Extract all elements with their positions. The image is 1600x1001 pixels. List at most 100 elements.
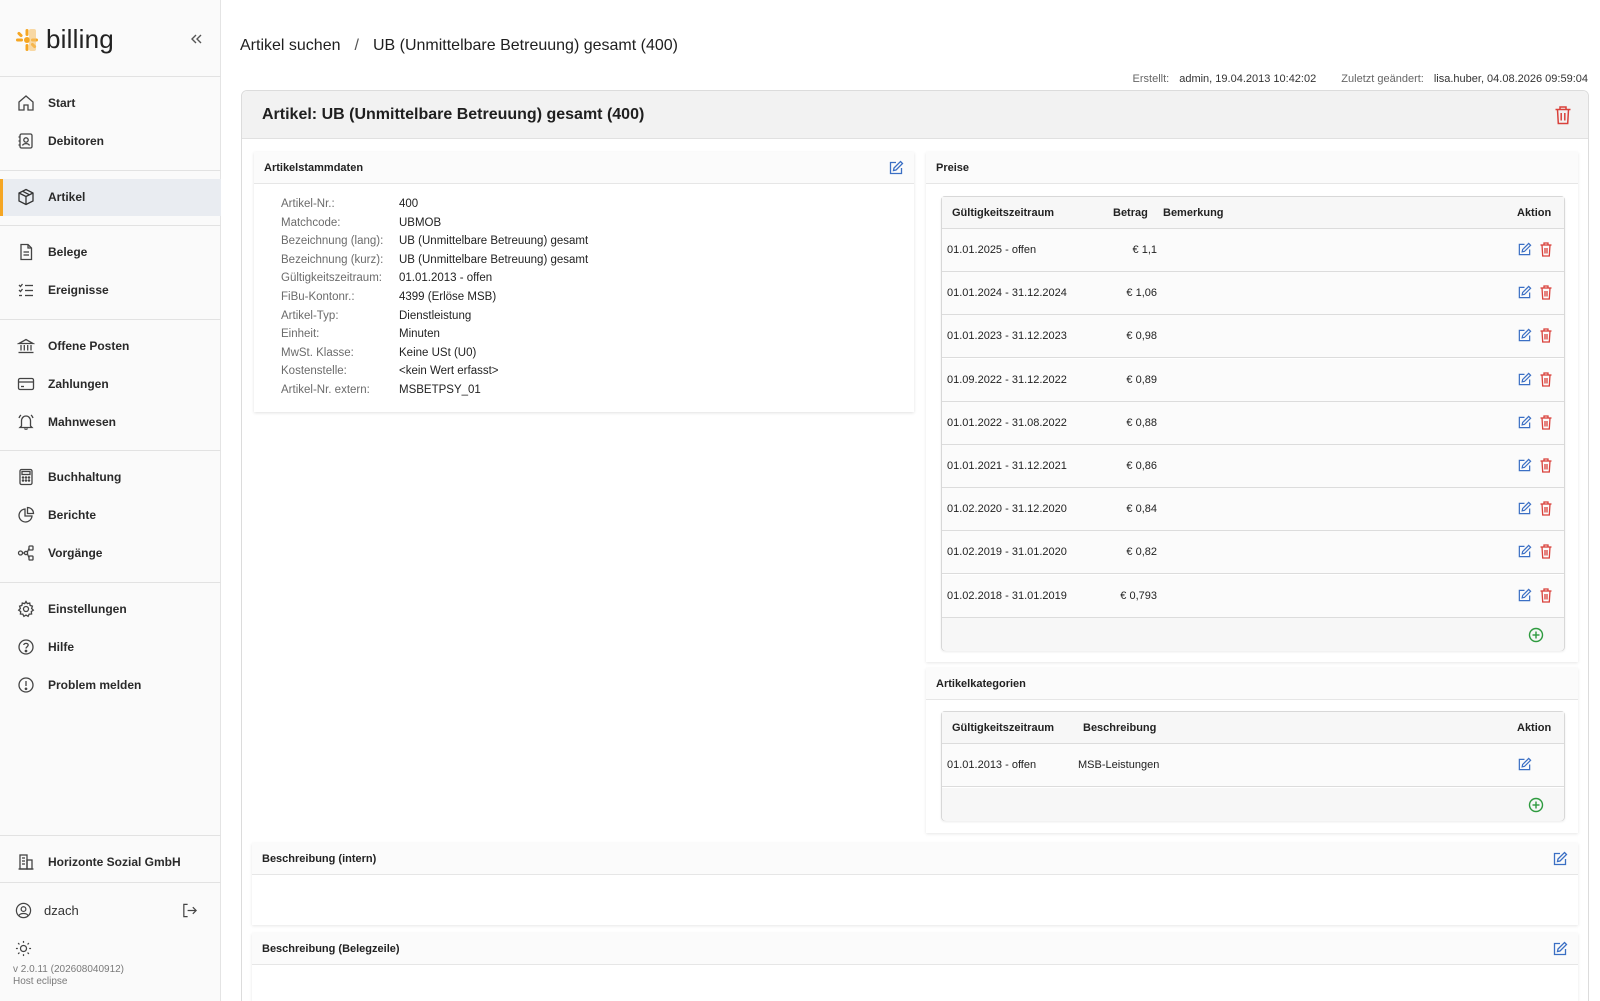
- cell-period: 01.01.2024 - 31.12.2024: [947, 287, 1067, 300]
- home-icon: [18, 95, 34, 111]
- column-header-action: Aktion: [1517, 207, 1552, 219]
- column-header-period[interactable]: Gültigkeitszeitraum: [952, 207, 1054, 219]
- sidebar-item-offene-posten[interactable]: Offene Posten: [0, 328, 221, 365]
- record-meta: Erstellt: admin, 19.04.2013 10:42:02 Zule…: [1133, 73, 1588, 85]
- sidebar-item-vorgaenge[interactable]: Vorgänge: [0, 535, 221, 572]
- edit-beschreibung-intern-icon[interactable]: [1552, 851, 1568, 867]
- help-icon: [18, 639, 34, 655]
- edit-price-icon[interactable]: [1517, 588, 1532, 603]
- delete-price-trash-icon[interactable]: [1539, 414, 1553, 430]
- field-label: MwSt. Klasse:: [281, 346, 354, 359]
- field-value: UBMOB: [399, 216, 442, 229]
- sidebar-item-buchhaltung[interactable]: Buchhaltung: [0, 459, 221, 496]
- cell-period: 01.01.2025 - offen: [947, 244, 1037, 256]
- edit-category-icon[interactable]: [1517, 757, 1532, 772]
- field-label: Matchcode:: [281, 216, 341, 229]
- sidebar-item-mahnwesen[interactable]: Mahnwesen: [0, 404, 221, 441]
- host-line: Host eclipse: [13, 976, 68, 987]
- column-header-amount[interactable]: Betrag: [1113, 207, 1148, 219]
- add-price-plus-circle-icon[interactable]: [1528, 627, 1544, 643]
- field-value: UB (Unmittelbare Betreuung) gesamt: [399, 235, 589, 248]
- delete-price-trash-icon[interactable]: [1539, 241, 1553, 257]
- delete-price-trash-icon[interactable]: [1539, 327, 1553, 344]
- app-logo[interactable]: billing: [14, 24, 114, 55]
- logo-icon: [16, 28, 38, 51]
- kategorien-section: Artikelkategorien Gültigkeitszeitraum Be…: [926, 668, 1578, 833]
- table-row: 01.01.2013 - offen MSB-Leistungen: [942, 744, 1564, 787]
- user-name: dzach: [44, 903, 79, 918]
- divider: [0, 76, 221, 77]
- sidebar-item-artikel[interactable]: Artikel: [0, 179, 221, 216]
- add-category-plus-circle-icon[interactable]: [1528, 797, 1544, 813]
- breadcrumb-current: UB (Unmittelbare Betreuung) gesamt (400): [372, 37, 678, 54]
- cell-period: 01.02.2019 - 31.01.2020: [947, 546, 1067, 559]
- sidebar-item-label: Debitoren: [48, 134, 105, 148]
- collapse-sidebar-button[interactable]: [185, 28, 207, 50]
- field-value: MSBETPSY_01: [399, 384, 481, 396]
- edit-price-icon[interactable]: [1517, 372, 1532, 387]
- table-row: 01.09.2022 - 31.12.2022 € 0,89: [942, 358, 1564, 402]
- sidebar-item-start[interactable]: Start: [0, 85, 221, 122]
- column-header-action: Aktion: [1517, 722, 1552, 734]
- edit-price-icon[interactable]: [1517, 285, 1532, 300]
- edit-price-icon[interactable]: [1517, 458, 1532, 473]
- sidebar-item-einstellungen[interactable]: Einstellungen: [0, 591, 221, 628]
- cell-amount: € 0,88: [1126, 416, 1157, 429]
- beschreibung-beleg-section: Beschreibung (Belegzeile): [252, 933, 1578, 1001]
- checklist-icon: [18, 283, 33, 297]
- column-header-description[interactable]: Beschreibung: [1083, 722, 1156, 734]
- package-icon: [18, 188, 34, 206]
- delete-article-trash-icon[interactable]: [1554, 105, 1572, 125]
- sidebar-item-berichte[interactable]: Berichte: [0, 497, 221, 534]
- field-value: UB (Unmittelbare Betreuung) gesamt: [399, 253, 589, 266]
- field-value: Dienstleistung: [399, 309, 472, 322]
- delete-price-trash-icon[interactable]: [1539, 457, 1553, 473]
- theme-toggle-sun-icon[interactable]: [15, 940, 32, 957]
- user-avatar-icon: [15, 902, 32, 919]
- edit-price-icon[interactable]: [1517, 242, 1532, 257]
- sidebar-item-debitoren[interactable]: Debitoren: [0, 123, 221, 160]
- breadcrumb: Artikel suchen / UB (Unmittelbare Betreu…: [240, 37, 678, 55]
- cell-period: 01.01.2023 - 31.12.2023: [947, 330, 1067, 343]
- table-row: 01.01.2022 - 31.08.2022 € 0,88: [942, 401, 1564, 445]
- sidebar-item-belege[interactable]: Belege: [0, 234, 221, 271]
- field-label: Artikel-Nr. extern:: [281, 384, 370, 396]
- cell-period: 01.02.2018 - 31.01.2019: [947, 589, 1067, 602]
- table-row: 01.02.2020 - 31.12.2020 € 0,84: [942, 488, 1564, 532]
- section-header: Beschreibung (Belegzeile): [252, 933, 1578, 965]
- delete-price-trash-icon[interactable]: [1539, 371, 1553, 387]
- changed-value: lisa.huber, 04.08.2026 09:59:04: [1433, 73, 1588, 85]
- sidebar-item-label: Einstellungen: [48, 602, 127, 616]
- delete-price-trash-icon[interactable]: [1539, 284, 1553, 300]
- table-row: 01.01.2021 - 31.12.2021 € 0,86: [942, 445, 1564, 488]
- edit-price-icon[interactable]: [1517, 328, 1532, 343]
- sidebar-item-label: Zahlungen: [48, 377, 109, 391]
- edit-stammdaten-icon[interactable]: [888, 160, 904, 176]
- edit-price-icon[interactable]: [1517, 415, 1532, 430]
- delete-price-trash-icon[interactable]: [1539, 543, 1553, 560]
- edit-price-icon[interactable]: [1517, 501, 1532, 516]
- sidebar-item-hilfe[interactable]: Hilfe: [0, 629, 221, 666]
- delete-price-trash-icon[interactable]: [1539, 587, 1553, 603]
- divider: [0, 450, 221, 451]
- sidebar-item-zahlungen[interactable]: Zahlungen: [0, 366, 221, 403]
- version-info: v 2.0.11 (202608040912) Host eclipse: [13, 964, 124, 988]
- cell-amount: € 0,793: [1120, 589, 1157, 602]
- logout-icon[interactable]: [181, 902, 198, 919]
- organization-switcher[interactable]: Horizonte Sozial GmbH: [0, 844, 221, 881]
- field-value: 4399 (Erlöse MSB): [399, 291, 497, 303]
- column-header-note[interactable]: Bemerkung: [1163, 207, 1224, 219]
- section-title: Beschreibung (Belegzeile): [262, 943, 400, 955]
- column-header-period[interactable]: Gültigkeitszeitraum: [952, 722, 1054, 734]
- sidebar-item-label: Buchhaltung: [48, 470, 122, 484]
- edit-beschreibung-beleg-icon[interactable]: [1552, 941, 1568, 957]
- sidebar-item-label: Belege: [48, 245, 88, 259]
- page-title: Artikel: UB (Unmittelbare Betreuung) ges…: [262, 106, 645, 123]
- sidebar-item-ereignisse[interactable]: Ereignisse: [0, 272, 221, 309]
- edit-price-icon[interactable]: [1517, 544, 1532, 559]
- delete-price-trash-icon[interactable]: [1539, 500, 1553, 516]
- breadcrumb-link-artikel-suchen[interactable]: Artikel suchen: [240, 37, 341, 55]
- sidebar-item-problem-melden[interactable]: Problem melden: [0, 667, 221, 704]
- table-header: Gültigkeitszeitraum Beschreibung Aktion: [942, 712, 1564, 744]
- cell-amount: € 0,84: [1126, 503, 1157, 516]
